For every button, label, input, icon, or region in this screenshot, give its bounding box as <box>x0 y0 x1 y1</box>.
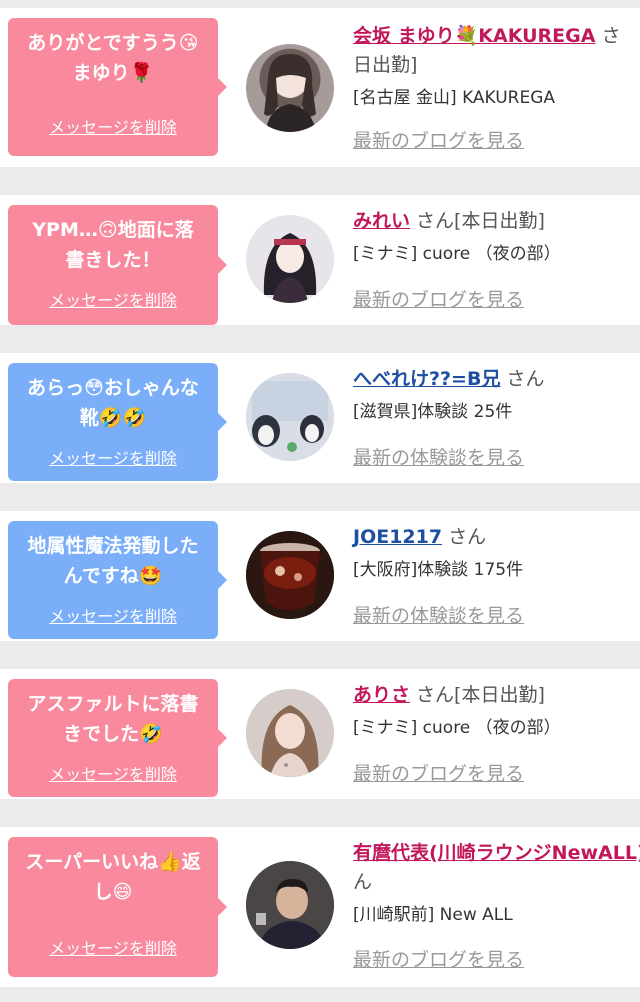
latest-review-link[interactable]: 最新の体験談を見る <box>353 443 524 470</box>
delete-message-link[interactable]: メッセージを削除 <box>8 761 218 785</box>
avatar[interactable] <box>246 861 334 949</box>
name-line: 会坂 まゆり💐KAKUREGA さ <box>353 22 640 51</box>
message-text: きでした🤣 <box>63 723 163 745</box>
avatar[interactable] <box>246 689 334 777</box>
avatar-image <box>246 531 334 619</box>
avatar[interactable] <box>246 531 334 619</box>
message-text: YPM…🙃地面に落 <box>32 219 194 241</box>
message-text: 地属性魔法発動した <box>27 535 199 557</box>
name-line: 有麿代表(川崎ラウンジNewALL) <box>353 839 640 868</box>
delete-message-link[interactable]: メッセージを削除 <box>8 287 218 311</box>
name-line: へべれけ??=B兄 さん <box>353 365 640 394</box>
delete-message-link[interactable]: メッセージを削除 <box>8 114 218 138</box>
name-suffix: さん <box>500 368 545 390</box>
avatar-image <box>246 861 334 949</box>
shop-location: [ミナミ] cuore （夜の部） <box>353 244 561 264</box>
latest-blog-link[interactable]: 最新のブログを見る <box>353 126 524 153</box>
profile-name-link[interactable]: みれい <box>353 210 410 232</box>
latest-blog-link[interactable]: 最新のブログを見る <box>353 285 524 312</box>
avatar[interactable] <box>246 373 334 461</box>
list-item: ありがとですうう😘 まゆり🌹 メッセージを削除 会坂 まゆり💐KAKUREGA … <box>0 8 640 167</box>
message-text: アスファルトに落書 <box>27 693 199 715</box>
avatar-image <box>264 54 316 132</box>
name-line: みれい さん[本日出勤] <box>353 207 640 236</box>
delete-message-link[interactable]: メッセージを削除 <box>8 935 218 959</box>
name-suffix: さん[本日出勤] <box>410 210 545 232</box>
list-item: YPM…🙃地面に落 書きした！ メッセージを削除 みれい さん[本日出勤] [ミ… <box>0 195 640 325</box>
message-bubble: スーパーいいね👍返 し😄 メッセージを削除 <box>8 837 227 977</box>
message-bubble: あらっ😳おしゃんな 靴🤣🤣 メッセージを削除 <box>8 363 227 481</box>
shop-location: [名古屋 金山] KAKUREGA <box>353 88 556 108</box>
profile-name-link[interactable]: へべれけ??=B兄 <box>353 368 500 390</box>
avatar-image <box>246 373 334 461</box>
message-bubble: アスファルトに落書 きでした🤣 メッセージを削除 <box>8 679 227 797</box>
name-line: JOE1217 さん <box>353 523 640 552</box>
message-text: んですね🤩 <box>63 565 163 587</box>
latest-blog-link[interactable]: 最新のブログを見る <box>353 945 524 972</box>
name-line: ありさ さん[本日出勤] <box>353 681 640 710</box>
list-item: 地属性魔法発動した んですね🤩 メッセージを削除 JOE1217 さん [大阪府… <box>0 511 640 641</box>
shop-location: [川崎駅前] New ALL <box>353 905 513 925</box>
name-suffix-continued: 日出勤] <box>353 54 418 76</box>
name-suffix: さん[本日出勤] <box>410 684 545 706</box>
avatar-image <box>246 215 334 303</box>
review-count: [大阪府]体験談 175件 <box>353 560 524 580</box>
latest-blog-link[interactable]: 最新のブログを見る <box>353 759 524 786</box>
message-text: 書きした！ <box>65 249 161 271</box>
message-bubble: ありがとですうう😘 まゆり🌹 メッセージを削除 <box>8 18 227 156</box>
list-item: アスファルトに落書 きでした🤣 メッセージを削除 ありさ さん[本日出勤] [ミ… <box>0 669 640 799</box>
avatar[interactable] <box>246 215 334 303</box>
message-bubble: YPM…🙃地面に落 書きした！ メッセージを削除 <box>8 205 227 325</box>
message-text: 靴🤣🤣 <box>79 407 147 429</box>
profile-name-link[interactable]: JOE1217 <box>353 526 442 548</box>
latest-review-link[interactable]: 最新の体験談を見る <box>353 601 524 628</box>
message-text: まゆり🌹 <box>72 62 154 84</box>
list-item: あらっ😳おしゃんな 靴🤣🤣 メッセージを削除 へべれけ??=B兄 さん [滋賀県… <box>0 353 640 483</box>
profile-name-link[interactable]: ありさ <box>353 684 410 706</box>
message-text: し😄 <box>93 881 133 903</box>
shop-location: [ミナミ] cuore （夜の部） <box>353 718 561 738</box>
review-count: [滋賀県]体験談 25件 <box>353 402 513 422</box>
avatar-image <box>246 689 334 777</box>
name-suffix-continued: ん <box>353 871 373 893</box>
profile-name-link[interactable]: 有麿代表(川崎ラウンジNewALL) <box>353 842 640 864</box>
name-suffix: さ <box>595 25 621 47</box>
profile-name-link[interactable]: 会坂 まゆり💐KAKUREGA <box>353 25 595 47</box>
message-text: ありがとですうう😘 <box>27 32 199 54</box>
delete-message-link[interactable]: メッセージを削除 <box>8 445 218 469</box>
list-item: スーパーいいね👍返 し😄 メッセージを削除 有麿代表(川崎ラウンジNewALL)… <box>0 827 640 987</box>
delete-message-link[interactable]: メッセージを削除 <box>8 603 218 627</box>
message-bubble: 地属性魔法発動した んですね🤩 メッセージを削除 <box>8 521 227 639</box>
message-text: スーパーいいね👍返 <box>25 851 201 873</box>
avatar[interactable] <box>246 44 334 132</box>
name-suffix: さん <box>442 526 487 548</box>
message-text: あらっ😳おしゃんな <box>27 377 199 399</box>
